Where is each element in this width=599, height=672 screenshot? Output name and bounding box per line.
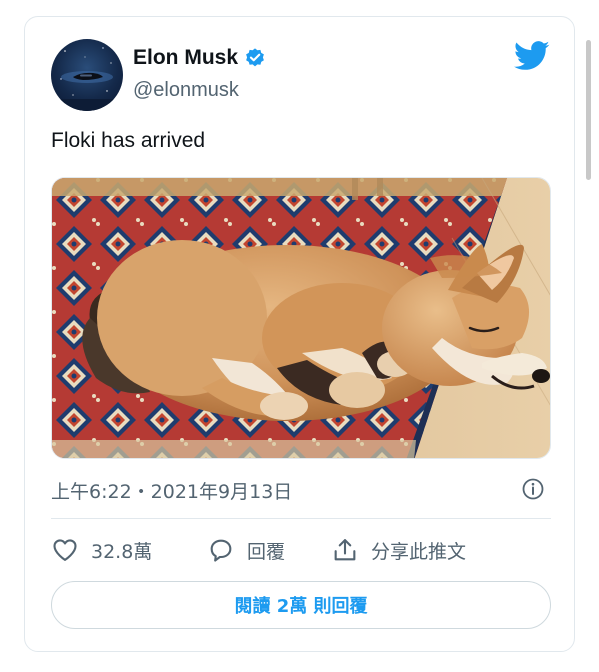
tweet-text: Floki has arrived — [51, 129, 206, 152]
like-count: 32.8萬 — [91, 540, 153, 563]
reply-label: 回覆 — [247, 540, 286, 563]
read-replies-button[interactable]: 閱讀 2萬 則回覆 — [51, 581, 551, 629]
heart-icon — [53, 539, 77, 561]
tweet-timestamp[interactable]: 上午6:22・2021年9月13日 — [51, 477, 292, 504]
like-button[interactable]: 32.8萬 — [51, 535, 152, 565]
avatar[interactable] — [51, 39, 123, 111]
share-upload-icon — [334, 539, 356, 561]
share-label: 分享此推文 — [371, 540, 467, 563]
reply-button[interactable]: 回覆 — [207, 535, 285, 565]
speech-bubble-icon — [210, 539, 232, 562]
author-handle[interactable]: @elonmusk — [133, 79, 266, 102]
verified-badge-icon — [244, 47, 266, 69]
twitter-bird-icon[interactable] — [514, 41, 550, 71]
author-name-row[interactable]: Elon Musk — [133, 45, 266, 71]
tweet-actions: 32.8萬 回覆 分享此推文 — [51, 535, 551, 565]
divider — [51, 518, 551, 519]
author-block[interactable]: Elon Musk @elonmusk — [133, 45, 266, 102]
tweet-photo[interactable] — [51, 177, 551, 459]
author-name[interactable]: Elon Musk — [133, 46, 238, 70]
tweet-card: Elon Musk @elonmusk Floki has arrived 上午… — [24, 16, 575, 652]
info-icon[interactable] — [521, 477, 545, 501]
scrollbar[interactable] — [586, 40, 591, 180]
share-button[interactable]: 分享此推文 — [331, 535, 466, 565]
